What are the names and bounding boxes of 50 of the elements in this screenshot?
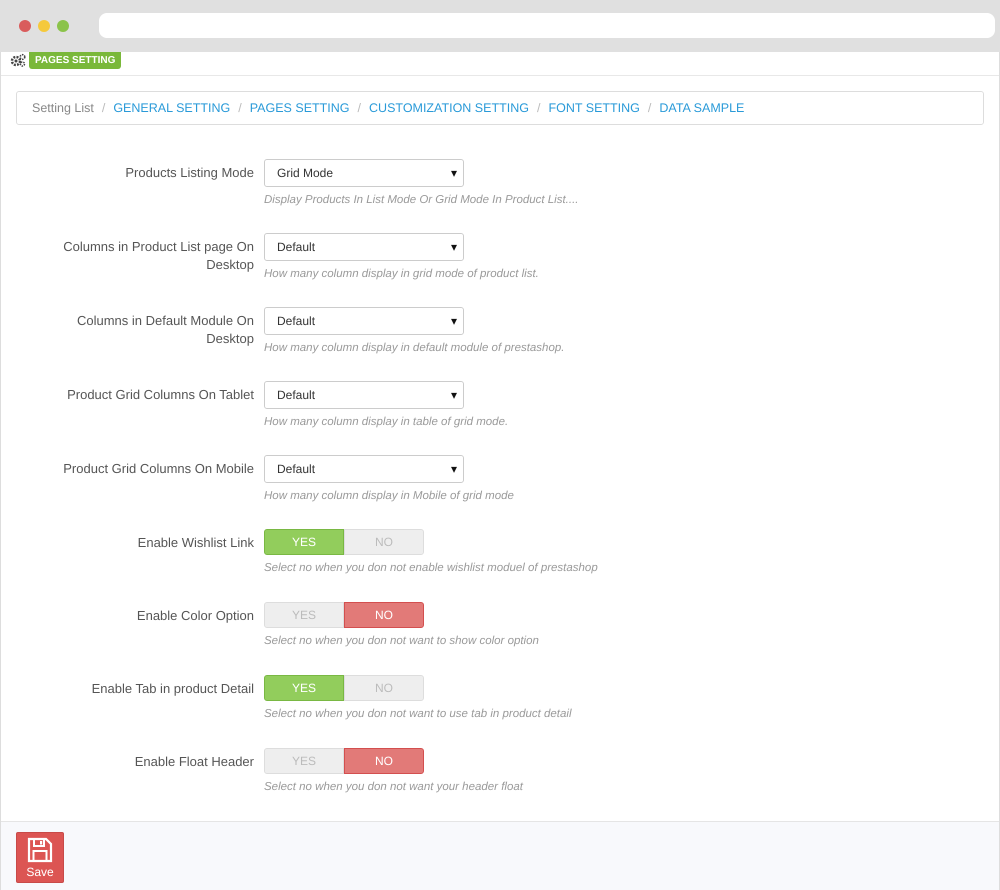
help-text: Display Products In List Mode Or Grid Mode In Product List....	[264, 194, 580, 206]
caret-icon: ▾	[451, 388, 457, 402]
help-text: Select no when you don not enable wishlist moduel of prestashop	[264, 562, 599, 574]
select-dropdown[interactable]: Grid Mode ▾	[264, 159, 464, 187]
breadcrumb-separator: /	[102, 101, 106, 115]
field-label: Enable Color Option	[136, 607, 254, 625]
select-dropdown[interactable]: Default ▾	[264, 233, 464, 261]
breadcrumb-link[interactable]: FONT SETTING	[548, 101, 640, 115]
window-close-dot[interactable]	[19, 20, 31, 32]
field-label: Columns in Default Module On Desktop	[76, 312, 254, 348]
breadcrumb-label: Setting List	[32, 101, 94, 115]
select-dropdown[interactable]: Default ▾	[264, 455, 464, 483]
breadcrumb-separator: /	[648, 101, 652, 115]
help-text: How many column display in Mobile of grid mode	[264, 490, 515, 502]
help-text: How many column display in grid mode of product list.	[264, 268, 540, 280]
yes-toggle-button[interactable]: YES	[264, 529, 344, 555]
window-maximize-dot[interactable]	[57, 20, 69, 32]
help-text: How many column display in default module of prestashop.	[264, 342, 566, 354]
breadcrumb-link[interactable]: DATA SAMPLE	[659, 101, 744, 115]
caret-icon: ▾	[451, 462, 457, 476]
field-label: Product Grid Columns On Mobile	[62, 460, 254, 478]
help-text: Select no when you don not want to show color option	[264, 635, 540, 647]
breadcrumb-link[interactable]: CUSTOMIZATION SETTING	[369, 101, 529, 115]
help-text: How many column display in table of grid mode.	[264, 416, 510, 428]
address-bar[interactable]	[99, 12, 995, 38]
breadcrumb-separator: /	[358, 101, 362, 115]
section-badge: PAGES SETTING	[29, 52, 122, 69]
no-toggle-button[interactable]: NO	[344, 602, 424, 628]
select-dropdown[interactable]: Default ▾	[264, 307, 464, 335]
caret-icon: ▾	[451, 314, 457, 328]
field-label: Columns in Product List page On Desktop	[62, 238, 254, 274]
field-label: Enable Wishlist Link	[136, 534, 254, 552]
field-label: Enable Tab in product Detail	[90, 680, 254, 698]
breadcrumb-separator: /	[536, 101, 540, 115]
field-label: Enable Float Header	[134, 753, 254, 771]
select-dropdown[interactable]: Default ▾	[264, 381, 464, 409]
breadcrumb-link[interactable]: GENERAL SETTING	[113, 101, 230, 115]
field-label: Product Grid Columns On Tablet	[66, 386, 254, 404]
breadcrumb-link[interactable]: PAGES SETTING	[250, 101, 350, 115]
field-label: Products Listing Mode	[124, 164, 254, 182]
breadcrumb-separator: /	[238, 101, 242, 115]
gears-icon	[10, 53, 26, 67]
save-button[interactable]: Save	[16, 832, 64, 883]
yes-toggle-button[interactable]: YES	[264, 675, 344, 701]
caret-icon: ▾	[451, 240, 457, 254]
no-toggle-button[interactable]: NO	[344, 748, 424, 774]
caret-icon: ▾	[451, 166, 457, 180]
help-text: Select no when you don not want to use tab in product detail	[264, 708, 573, 720]
help-text: Select no when you don not want your header float	[264, 781, 524, 793]
window-minimize-dot[interactable]	[38, 20, 50, 32]
